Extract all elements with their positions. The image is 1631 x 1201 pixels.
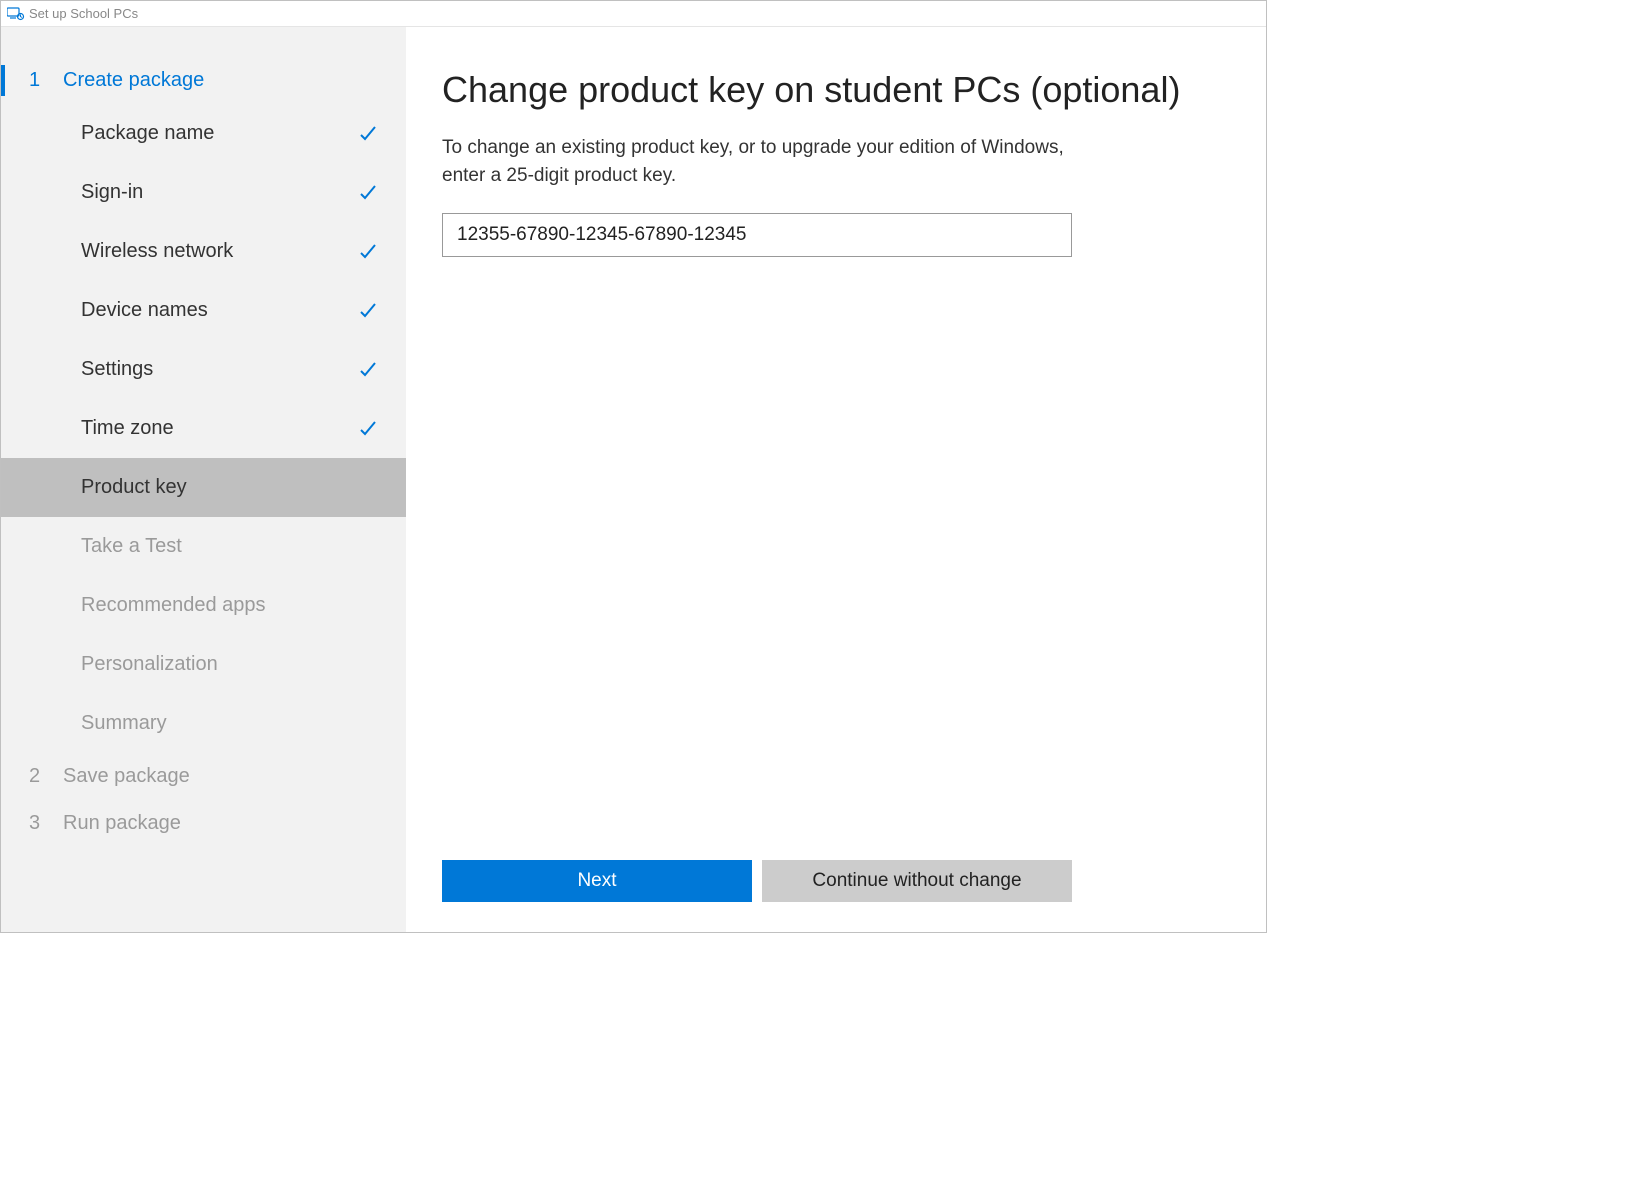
substep-settings[interactable]: Settings: [1, 340, 406, 399]
substep-label: Settings: [81, 358, 153, 381]
continue-without-change-button[interactable]: Continue without change: [762, 860, 1072, 902]
app-window: Set up School PCs 1 Create package Packa…: [0, 0, 1267, 933]
substep-recommended-apps[interactable]: Recommended apps: [1, 576, 406, 635]
substep-label: Wireless network: [81, 240, 233, 263]
substeps: Package name Sign-in Wireless network De…: [1, 104, 406, 753]
substep-wireless-network[interactable]: Wireless network: [1, 222, 406, 281]
step-label: Create package: [63, 69, 204, 92]
product-key-input[interactable]: [442, 213, 1072, 257]
check-icon: [358, 242, 378, 262]
page-title: Change product key on student PCs (optio…: [442, 67, 1230, 112]
substep-label: Recommended apps: [81, 594, 266, 617]
window-title: Set up School PCs: [29, 6, 138, 21]
substep-label: Package name: [81, 122, 214, 145]
substep-summary[interactable]: Summary: [1, 694, 406, 753]
check-icon: [358, 419, 378, 439]
app-icon: [7, 7, 25, 21]
check-icon: [358, 360, 378, 380]
step-label: Run package: [63, 812, 181, 835]
substep-sign-in[interactable]: Sign-in: [1, 163, 406, 222]
substep-label: Personalization: [81, 653, 218, 676]
step-label: Save package: [63, 765, 190, 788]
substep-personalization[interactable]: Personalization: [1, 635, 406, 694]
substep-package-name[interactable]: Package name: [1, 104, 406, 163]
step-create-package[interactable]: 1 Create package: [1, 57, 406, 104]
check-icon: [358, 301, 378, 321]
substep-time-zone[interactable]: Time zone: [1, 399, 406, 458]
step-run-package[interactable]: 3 Run package: [1, 800, 406, 847]
substep-label: Product key: [81, 476, 187, 499]
check-icon: [358, 183, 378, 203]
check-icon: [358, 124, 378, 144]
spacer: [442, 257, 1230, 860]
app-body: 1 Create package Package name Sign-in Wi…: [1, 27, 1266, 932]
substep-label: Summary: [81, 712, 167, 735]
page-description: To change an existing product key, or to…: [442, 134, 1072, 189]
step-number: 2: [29, 765, 63, 788]
sidebar: 1 Create package Package name Sign-in Wi…: [1, 27, 406, 932]
button-row: Next Continue without change: [442, 860, 1230, 902]
substep-label: Device names: [81, 299, 208, 322]
substep-label: Sign-in: [81, 181, 143, 204]
substep-device-names[interactable]: Device names: [1, 281, 406, 340]
substep-product-key[interactable]: Product key: [1, 458, 406, 517]
substep-take-a-test[interactable]: Take a Test: [1, 517, 406, 576]
titlebar: Set up School PCs: [1, 1, 1266, 27]
substep-label: Time zone: [81, 417, 174, 440]
main-content: Change product key on student PCs (optio…: [406, 27, 1266, 932]
next-button[interactable]: Next: [442, 860, 752, 902]
substep-label: Take a Test: [81, 535, 182, 558]
step-number: 3: [29, 812, 63, 835]
step-save-package[interactable]: 2 Save package: [1, 753, 406, 800]
step-number: 1: [29, 69, 63, 92]
